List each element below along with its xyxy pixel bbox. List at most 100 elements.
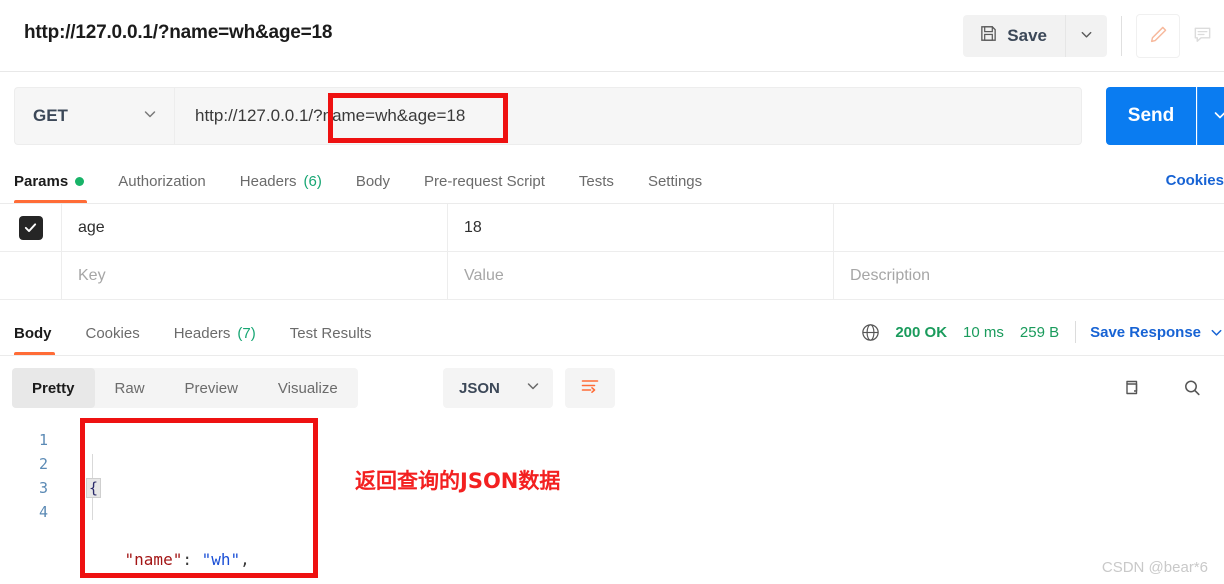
- tab-response-headers[interactable]: Headers (7): [157, 311, 273, 355]
- param-enabled-checkbox[interactable]: [0, 204, 62, 251]
- chevron-down-icon: [525, 378, 541, 398]
- send-options-dropdown[interactable]: [1197, 87, 1224, 145]
- table-row: Key Value Description: [0, 252, 1224, 300]
- wrap-lines-icon: [579, 375, 601, 402]
- tab-params[interactable]: Params: [0, 159, 101, 203]
- comment-icon: [1192, 24, 1213, 48]
- watermark: CSDN @bear*6: [1101, 559, 1208, 576]
- tab-headers-label: Headers: [239, 172, 297, 190]
- tab-response-body-label: Body: [14, 324, 52, 342]
- json-colon: :: [182, 550, 202, 569]
- code-line-1: {: [86, 476, 250, 500]
- copy-icon: [1121, 377, 1143, 404]
- checkbox-checked-icon: [18, 215, 43, 240]
- param-description-input-empty[interactable]: Description: [834, 252, 1224, 299]
- view-raw-button[interactable]: Raw: [95, 368, 165, 408]
- request-tabs: Params Authorization Headers (6) Body Pr…: [0, 160, 1224, 204]
- chevron-down-icon: [1079, 27, 1094, 45]
- send-button[interactable]: Send: [1106, 87, 1196, 145]
- response-meta: 200 OK 10 ms 259 B Save Response: [860, 321, 1224, 343]
- url-input[interactable]: http://127.0.0.1/?name=wh&age=18: [174, 87, 1082, 145]
- tab-pre-request-script[interactable]: Pre-request Script: [407, 159, 562, 203]
- tab-body[interactable]: Body: [339, 159, 407, 203]
- line-number: 4: [38, 503, 48, 521]
- tab-body-label: Body: [355, 172, 391, 190]
- param-description-input[interactable]: [834, 204, 1224, 251]
- meta-divider: [1075, 321, 1077, 343]
- table-row: age 18: [0, 204, 1224, 252]
- tab-params-label: Params: [14, 172, 69, 190]
- wrap-lines-button[interactable]: [565, 368, 615, 408]
- tab-response-body[interactable]: Body: [0, 311, 69, 355]
- search-icon: [1181, 377, 1203, 404]
- http-method-select[interactable]: GET: [14, 87, 174, 145]
- tab-response-headers-label: Headers: [173, 324, 231, 342]
- param-description-placeholder: Description: [850, 266, 931, 284]
- page-title: http://127.0.0.1/?name=wh&age=18: [24, 22, 333, 43]
- save-response-button[interactable]: Save Response: [1090, 324, 1201, 341]
- tab-response-headers-count: (7): [237, 324, 256, 342]
- title-bar: http://127.0.0.1/?name=wh&age=18 Save: [0, 0, 1224, 72]
- body-view-switcher: Pretty Raw Preview Visualize: [12, 368, 358, 408]
- save-button[interactable]: Save: [963, 15, 1065, 57]
- tab-response-cookies-label: Cookies: [85, 324, 140, 342]
- param-key-input[interactable]: age: [62, 204, 448, 251]
- comments-button[interactable]: [1180, 14, 1224, 58]
- json-comma: ,: [240, 550, 250, 569]
- params-table: age 18 Key Value Description: [0, 204, 1224, 310]
- chevron-down-icon[interactable]: [1209, 325, 1224, 340]
- tab-test-results-label: Test Results: [289, 324, 372, 342]
- response-body-code: 1 2 3 4 { "name": "wh", "age": "18" }: [0, 418, 1224, 584]
- params-modified-dot-icon: [75, 176, 85, 186]
- response-time: 10 ms: [963, 323, 1004, 341]
- line-number: 1: [38, 431, 48, 449]
- tab-pre-request-script-label: Pre-request Script: [424, 172, 545, 190]
- tab-tests[interactable]: Tests: [562, 159, 631, 203]
- param-enabled-checkbox-empty[interactable]: [0, 252, 62, 299]
- param-value-input-empty[interactable]: Value: [448, 252, 834, 299]
- tab-authorization[interactable]: Authorization: [101, 159, 223, 203]
- save-button-label: Save: [1007, 26, 1047, 45]
- json-key: "name": [124, 550, 183, 569]
- tab-settings[interactable]: Settings: [631, 159, 719, 203]
- view-pretty-button[interactable]: Pretty: [12, 368, 95, 408]
- tab-authorization-label: Authorization: [118, 172, 206, 190]
- copy-response-button[interactable]: [1110, 368, 1154, 412]
- tab-test-results[interactable]: Test Results: [273, 311, 389, 355]
- json-value: "wh": [201, 550, 241, 569]
- param-key-value: age: [78, 218, 105, 236]
- toolbar-divider: [1121, 16, 1122, 56]
- param-key-input-empty[interactable]: Key: [62, 252, 448, 299]
- url-query-text: ?name=wh&age=18: [313, 106, 466, 125]
- body-format-select[interactable]: JSON: [443, 368, 553, 408]
- http-method-label: GET: [33, 106, 68, 125]
- tab-headers-count: (6): [303, 172, 322, 190]
- view-preview-button[interactable]: Preview: [165, 368, 258, 408]
- view-visualize-button[interactable]: Visualize: [258, 368, 358, 408]
- url-prefix-text: http://127.0.0.1/: [195, 106, 314, 125]
- body-actions: [1110, 368, 1214, 412]
- url-row: GET http://127.0.0.1/?name=wh&age=18 Sen…: [0, 72, 1224, 160]
- response-tabs: Body Cookies Headers (7) Test Results 20…: [0, 310, 1224, 356]
- postman-window: http://127.0.0.1/?name=wh&age=18 Save GE…: [0, 0, 1224, 584]
- json-code-block[interactable]: { "name": "wh", "age": "18" }: [86, 428, 250, 584]
- annotation-json-note: 返回查询的JSON数据: [355, 469, 561, 493]
- line-number: 2: [38, 455, 48, 473]
- tab-tests-label: Tests: [578, 172, 614, 190]
- globe-icon: [860, 322, 881, 343]
- param-value-value: 18: [464, 218, 482, 236]
- tab-headers[interactable]: Headers (6): [223, 159, 339, 203]
- tab-response-cookies[interactable]: Cookies: [69, 311, 157, 355]
- line-number: 3: [38, 479, 48, 497]
- tab-settings-label: Settings: [647, 172, 703, 190]
- save-options-dropdown[interactable]: [1065, 15, 1107, 57]
- chevron-down-icon: [1212, 107, 1224, 126]
- cookies-link[interactable]: Cookies: [1166, 172, 1224, 189]
- search-response-button[interactable]: [1170, 368, 1214, 412]
- param-value-input[interactable]: 18: [448, 204, 834, 251]
- edit-request-button[interactable]: [1136, 14, 1180, 58]
- fold-open-brace[interactable]: {: [86, 478, 102, 498]
- save-button-group: Save: [963, 15, 1107, 57]
- floppy-disk-icon: [979, 24, 998, 48]
- line-number-gutter: 1 2 3 4: [0, 428, 64, 524]
